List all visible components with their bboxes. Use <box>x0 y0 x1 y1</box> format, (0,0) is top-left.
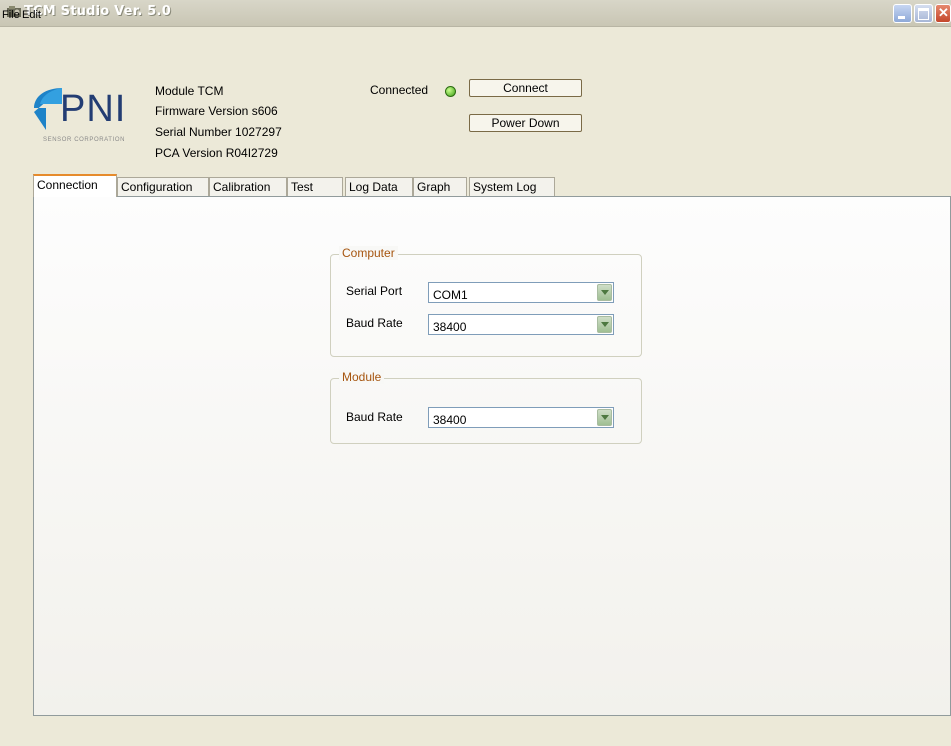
maximize-button[interactable] <box>914 4 933 23</box>
module-baud-rate-label: Baud Rate <box>346 410 403 424</box>
serial-port-label: Serial Port <box>346 284 403 298</box>
chevron-down-icon[interactable] <box>597 316 612 333</box>
menu-file[interactable]: File <box>2 9 20 21</box>
logo-text: PNI <box>60 88 127 130</box>
module-group-title: Module <box>339 370 385 384</box>
tab-graph[interactable]: Graph <box>413 177 467 196</box>
tab-configuration[interactable]: Configuration <box>117 177 209 196</box>
computer-baud-rate-select[interactable]: 38400 <box>428 314 614 335</box>
close-button[interactable] <box>935 4 951 23</box>
module-group: Module Baud Rate 38400 <box>330 370 642 444</box>
serial-port-value: COM1 <box>433 288 468 302</box>
module-label: Module TCM <box>155 84 224 98</box>
pca-version-label: PCA Version R04I2729 <box>155 146 278 160</box>
computer-baud-rate-label: Baud Rate <box>346 316 403 330</box>
module-baud-rate-select[interactable]: 38400 <box>428 407 614 428</box>
tab-calibration[interactable]: Calibration <box>209 177 287 196</box>
chevron-down-icon[interactable] <box>597 284 612 301</box>
connect-button[interactable]: Connect <box>469 79 582 97</box>
computer-group-title: Computer <box>339 246 398 260</box>
chevron-down-icon[interactable] <box>597 409 612 426</box>
tab-system-log[interactable]: System Log <box>469 177 555 196</box>
computer-group: Computer Serial Port COM1 Baud Rate 3840… <box>330 246 642 357</box>
tab-connection[interactable]: Connection <box>33 174 117 197</box>
power-down-button[interactable]: Power Down <box>469 114 582 132</box>
title-bar: TCM Studio Ver. 5.0 <box>0 0 951 27</box>
module-baud-rate-value: 38400 <box>433 413 467 427</box>
logo-subtitle: SENSOR CORPORATION <box>43 137 126 143</box>
menu-edit[interactable]: Edit <box>22 9 41 21</box>
serial-port-select[interactable]: COM1 <box>428 282 614 303</box>
tab-test[interactable]: Test <box>287 177 343 196</box>
minimize-button[interactable] <box>893 4 912 23</box>
window-title: TCM Studio Ver. 5.0 <box>24 4 171 19</box>
computer-baud-rate-value: 38400 <box>433 320 467 334</box>
firmware-label: Firmware Version s606 <box>155 104 278 118</box>
serial-number-label: Serial Number 1027297 <box>155 125 282 139</box>
tab-log-data[interactable]: Log Data <box>345 177 413 196</box>
status-led-icon <box>445 86 456 97</box>
connection-status-label: Connected <box>370 83 429 97</box>
